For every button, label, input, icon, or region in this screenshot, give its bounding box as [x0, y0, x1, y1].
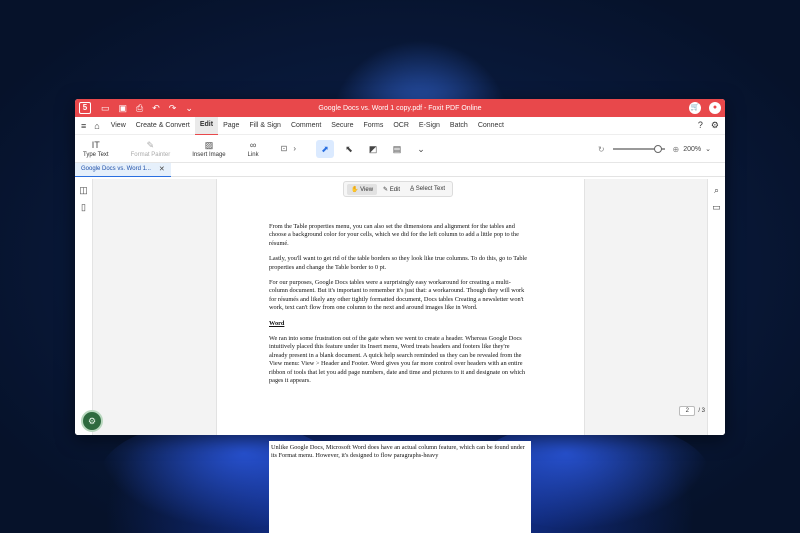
hamburger-menu-icon[interactable]: ≡	[81, 121, 86, 131]
thumbnails-panel-icon[interactable]: ◫	[79, 185, 88, 196]
assistant-badge-icon[interactable]: ⚙	[81, 410, 103, 432]
type-text-icon: IT	[91, 139, 100, 150]
format-painter-button[interactable]: ✎ Format Painter	[131, 140, 171, 158]
drawing-tools: ⬈ ⬉ ◩ ▤ ⌄	[316, 139, 430, 158]
print-icon[interactable]: ⎙	[136, 103, 143, 114]
menu-secure[interactable]: Secure	[326, 117, 358, 135]
chevron-right-icon[interactable]: ›	[293, 144, 296, 153]
document-tab-label: Google Docs vs. Word 1...	[81, 166, 151, 172]
zoom-slider-knob[interactable]	[654, 145, 663, 153]
app-window: 5 ▭ ▣ ⎙ ↶ ↷ ⌄ Google Docs vs. Word 1 cop…	[75, 99, 725, 435]
edit-shape-icon[interactable]: ◩	[364, 140, 382, 158]
undo-icon[interactable]: ↶	[152, 103, 160, 114]
menu-page[interactable]: Page	[218, 117, 244, 135]
page-navigator: 2 / 3	[679, 406, 705, 416]
quick-access-toolbar: ▭ ▣ ⎙ ↶ ↷ ⌄	[101, 103, 193, 114]
menu-ocr[interactable]: OCR	[388, 117, 414, 135]
edit-mode-button[interactable]: ✎ Edit	[379, 184, 404, 195]
folder-icon[interactable]: ▭	[101, 103, 110, 114]
menu-comment[interactable]: Comment	[286, 117, 326, 135]
menu-forms[interactable]: Forms	[358, 117, 388, 135]
properties-panel-icon[interactable]: ▭	[712, 202, 721, 213]
zoom-level[interactable]: 200%	[683, 146, 701, 153]
document-tab-strip: Google Docs vs. Word 1... ✕	[75, 162, 725, 177]
right-sidebar: ⌕ ▭	[707, 179, 725, 435]
mode-toolbar: ✋ View ✎ Edit A̲ Select Text	[343, 181, 454, 197]
edit-object-icon[interactable]: ⬈	[316, 139, 335, 158]
edit-text-object-icon[interactable]: ⬉	[340, 140, 358, 158]
edit-image-object-icon[interactable]: ▤	[388, 140, 406, 158]
cart-icon[interactable]: 🛒	[689, 102, 701, 114]
help-icon[interactable]: ?	[698, 120, 703, 131]
menu-create-convert[interactable]: Create & Convert	[131, 117, 195, 135]
bookmarks-panel-icon[interactable]: ▯	[81, 202, 86, 213]
title-bar: 5 ▭ ▣ ⎙ ↶ ↷ ⌄ Google Docs vs. Word 1 cop…	[75, 99, 725, 117]
dropdown-icon[interactable]: ⌄	[185, 103, 193, 114]
select-text-mode-button[interactable]: A̲ Select Text	[406, 184, 449, 194]
menu-view[interactable]: View	[106, 117, 131, 135]
settings-gear-icon[interactable]: ⚙	[711, 120, 719, 131]
page-overflow-text: Unlike Google Docs, Microsoft Word does …	[269, 441, 531, 533]
zoom-in-icon[interactable]: ⊕	[673, 145, 680, 154]
zoom-dropdown-icon[interactable]: ⌄	[705, 145, 711, 153]
edit-ribbon: IT Type Text ✎ Format Painter ▨ Insert I…	[75, 135, 725, 163]
format-painter-icon: ✎	[146, 139, 155, 150]
page-action-icon[interactable]: ⊡	[281, 144, 288, 153]
close-tab-icon[interactable]: ✕	[159, 165, 165, 173]
menu-esign[interactable]: E-Sign	[414, 117, 445, 135]
menu-edit[interactable]: Edit	[194, 116, 219, 135]
title-bar-right: 🛒 ●	[689, 102, 721, 114]
menu-connect[interactable]: Connect	[473, 117, 509, 135]
total-pages: / 3	[698, 408, 705, 414]
menu-fill-sign[interactable]: Fill & Sign	[244, 117, 286, 135]
current-page-input[interactable]: 2	[679, 406, 696, 416]
image-icon: ▨	[204, 139, 214, 150]
left-sidebar: ◫ ▯	[75, 179, 93, 435]
paragraph: Lastly, you'll want to get rid of the ta…	[269, 255, 528, 271]
section-heading: Word	[269, 319, 285, 327]
link-button[interactable]: ∞ Link	[248, 140, 259, 158]
view-mode-button[interactable]: ✋ View	[347, 183, 378, 195]
home-icon[interactable]: ⌂	[94, 121, 99, 131]
menu-bar: ≡ ⌂ View Create & Convert Edit Page Fill…	[75, 116, 725, 135]
user-icon[interactable]: ●	[709, 102, 721, 114]
zoom-slider[interactable]	[612, 145, 665, 153]
document-workspace: ◫ ▯ ✋ View ✎ Edit A̲ Select Text From th…	[75, 179, 725, 435]
document-tab[interactable]: Google Docs vs. Word 1... ✕	[75, 162, 171, 177]
paragraph: From the Table properties menu, you can …	[269, 223, 519, 247]
foxit-logo-icon[interactable]: 5	[79, 102, 91, 114]
document-text[interactable]: From the Table properties menu, you can …	[269, 223, 529, 393]
rotate-view-icon[interactable]: ↻	[598, 145, 605, 154]
zoom-controls: ↻ ⊕ 200% ⌄	[598, 135, 711, 163]
menu-batch[interactable]: Batch	[445, 117, 473, 135]
paragraph: For our purposes, Google Docs tables wer…	[269, 279, 525, 312]
link-icon: ∞	[249, 139, 257, 150]
save-icon[interactable]: ▣	[119, 103, 128, 114]
type-text-button[interactable]: IT Type Text	[83, 140, 109, 158]
more-tools-icon[interactable]: ⌄	[412, 140, 430, 158]
paragraph: We ran into some frustration out of the …	[269, 335, 526, 385]
insert-image-button[interactable]: ▨ Insert Image	[192, 140, 225, 158]
search-icon[interactable]: ⌕	[714, 185, 719, 196]
redo-icon[interactable]: ↷	[169, 103, 177, 114]
